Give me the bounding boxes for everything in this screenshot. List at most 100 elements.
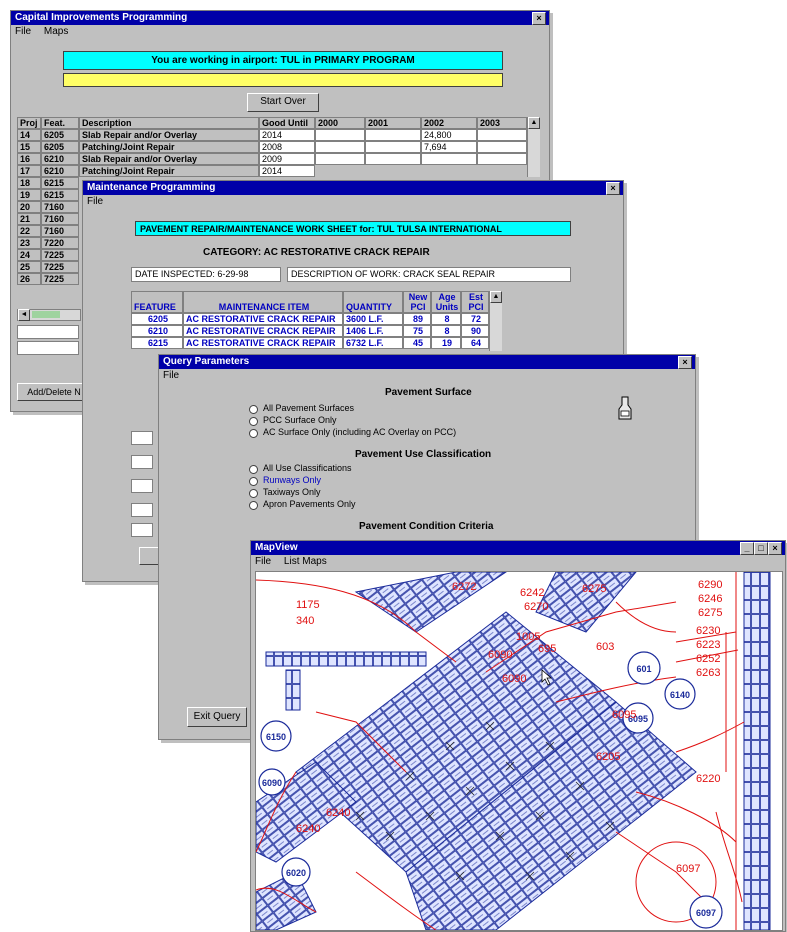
feature-circle-label: 6150 — [266, 732, 286, 742]
close-icon[interactable]: × — [678, 356, 692, 369]
scroll-thumb[interactable] — [32, 311, 60, 318]
col-feature: FEATURE — [131, 291, 183, 313]
col-age-units: Age Units — [431, 291, 461, 313]
exit-query-button[interactable]: Exit Query — [187, 707, 247, 727]
surface-radio-ac[interactable] — [249, 429, 258, 438]
row-desc: Patching/Joint Repair — [79, 141, 259, 153]
pavement-slabs — [256, 572, 771, 930]
use-radio-all[interactable] — [249, 465, 258, 474]
menu-maps[interactable]: Maps — [44, 26, 68, 37]
row-2001[interactable] — [365, 153, 421, 165]
surface-section-title: Pavement Surface — [385, 387, 472, 398]
menu-list-maps[interactable]: List Maps — [284, 556, 327, 567]
scroll-left-icon[interactable]: ◄ — [18, 309, 30, 321]
col-desc: Description — [79, 117, 259, 129]
row-item: AC RESTORATIVE CRACK REPAIR — [183, 325, 343, 337]
section-label: 6097 — [676, 863, 700, 875]
maint-side-cell[interactable] — [131, 455, 153, 469]
query-menubar: File — [159, 369, 695, 382]
start-over-button[interactable]: Start Over — [247, 93, 319, 112]
cip-titlebar[interactable]: Capital Improvements Programming × — [11, 11, 549, 25]
col-quantity: QUANTITY — [343, 291, 403, 313]
section-label: 340 — [296, 615, 314, 627]
cip-banner: You are working in airport: TUL in PRIMA… — [63, 51, 503, 70]
close-icon[interactable]: × — [606, 182, 620, 195]
surface-label-ac: AC Surface Only (including AC Overlay on… — [263, 427, 457, 437]
maint-side-cell[interactable] — [131, 523, 153, 537]
maint-side-cell[interactable] — [131, 503, 153, 517]
use-radio-apron[interactable] — [249, 501, 258, 510]
row-2001[interactable] — [365, 141, 421, 153]
row-item: AC RESTORATIVE CRACK REPAIR — [183, 337, 343, 349]
row-2000[interactable] — [315, 153, 365, 165]
maint-category: CATEGORY: AC RESTORATIVE CRACK REPAIR — [203, 247, 430, 258]
section-label: 6252 — [696, 653, 720, 665]
scroll-up-icon[interactable]: ▲ — [490, 291, 502, 303]
row-qty[interactable]: 1406 L.F. — [343, 325, 403, 337]
row-good[interactable]: 2008 — [259, 141, 315, 153]
scroll-up-icon[interactable]: ▲ — [528, 117, 540, 129]
query-titlebar[interactable]: Query Parameters × — [159, 355, 695, 369]
row-qty[interactable]: 6732 L.F. — [343, 337, 403, 349]
menu-file[interactable]: File — [87, 196, 103, 207]
use-radio-taxiways[interactable] — [249, 489, 258, 498]
row-feat: 7160 — [41, 225, 79, 237]
row-2001[interactable] — [365, 129, 421, 141]
section-label: 6090 — [502, 673, 526, 685]
use-radio-runways[interactable] — [249, 477, 258, 486]
query-title: Query Parameters — [163, 356, 250, 367]
section-label: 1005 — [516, 631, 540, 643]
mapview-menubar: File List Maps — [251, 555, 785, 568]
menu-file[interactable]: File — [163, 370, 179, 381]
row-2000[interactable] — [315, 129, 365, 141]
maint-side-cell[interactable] — [131, 431, 153, 445]
mapview-titlebar[interactable]: MapView _ □ × — [251, 541, 785, 555]
maint-side-cell[interactable] — [131, 479, 153, 493]
row-2002[interactable]: 7,694 — [421, 141, 477, 153]
row-feat: 6215 — [41, 189, 79, 201]
row-good[interactable]: 2014 — [259, 129, 315, 141]
row-good[interactable]: 2014 — [259, 165, 315, 177]
close-icon[interactable]: × — [768, 542, 782, 555]
row-age: 19 — [431, 337, 461, 349]
row-2002[interactable] — [421, 153, 477, 165]
description-field[interactable]: DESCRIPTION OF WORK: CRACK SEAL REPAIR — [287, 267, 571, 282]
maint-banner: PAVEMENT REPAIR/MAINTENANCE WORK SHEET f… — [135, 221, 571, 236]
section-label: 6246 — [698, 593, 722, 605]
row-est: 72 — [461, 313, 489, 325]
add-delete-button[interactable]: Add/Delete N — [17, 383, 91, 401]
section-label: 6290 — [698, 579, 722, 591]
row-pci: 89 — [403, 313, 431, 325]
menu-file[interactable]: File — [15, 26, 31, 37]
row-proj: 18 — [17, 177, 41, 189]
row-2003[interactable] — [477, 153, 527, 165]
menu-file[interactable]: File — [255, 556, 271, 567]
section-label: 6270 — [524, 601, 548, 613]
row-feat: 6215 — [41, 177, 79, 189]
maint-titlebar[interactable]: Maintenance Programming × — [83, 181, 623, 195]
row-2003[interactable] — [477, 141, 527, 153]
date-inspected-field[interactable]: DATE INSPECTED: 6-29-98 — [131, 267, 281, 282]
row-qty[interactable]: 3600 L.F. — [343, 313, 403, 325]
row-2003[interactable] — [477, 129, 527, 141]
row-good[interactable]: 2009 — [259, 153, 315, 165]
row-2002[interactable]: 24,800 — [421, 129, 477, 141]
cip-hscrollbar[interactable]: ◄ — [17, 309, 81, 321]
close-icon[interactable]: × — [532, 12, 546, 25]
row-feat: 7225 — [41, 261, 79, 273]
maximize-icon[interactable]: □ — [754, 542, 768, 555]
row-feat: 7160 — [41, 213, 79, 225]
row-feat: 6210 — [41, 153, 79, 165]
mapview-window: MapView _ □ × File List Maps 601 6140 60… — [250, 540, 786, 932]
row-pci: 45 — [403, 337, 431, 349]
cip-scrollbar[interactable]: ▲ — [527, 117, 540, 177]
maint-scrollbar[interactable]: ▲ — [489, 291, 502, 351]
map-canvas[interactable]: 601 6140 6095 6150 6090 6020 6097 6290 6246 6275… — [255, 571, 783, 931]
minimize-icon[interactable]: _ — [740, 542, 754, 555]
surface-radio-all[interactable] — [249, 405, 258, 414]
maint-left-button[interactable] — [139, 547, 159, 565]
cip-menubar: File Maps — [11, 25, 549, 38]
surface-radio-pcc[interactable] — [249, 417, 258, 426]
row-2000[interactable] — [315, 141, 365, 153]
row-proj: 24 — [17, 249, 41, 261]
